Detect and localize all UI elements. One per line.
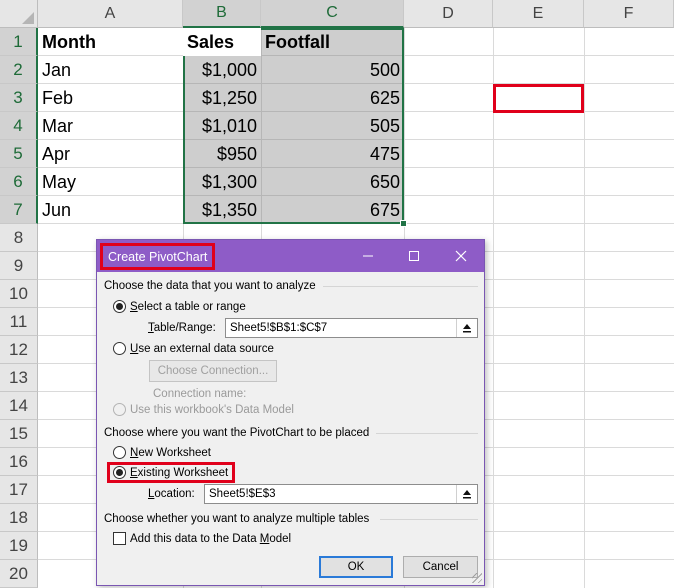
- column-header-f[interactable]: F: [584, 0, 674, 28]
- row-header-19[interactable]: 19: [0, 532, 38, 560]
- row-header-20[interactable]: 20: [0, 560, 38, 588]
- add-data-model-label[interactable]: Add this data to the Data Model: [130, 532, 291, 546]
- radio-existing-worksheet-label[interactable]: Existing Worksheet: [130, 466, 228, 480]
- radio-existing-worksheet[interactable]: [113, 466, 126, 479]
- cell-c1[interactable]: Footfall: [261, 28, 404, 56]
- close-icon[interactable]: [438, 240, 484, 272]
- row-header-4[interactable]: 4: [0, 112, 38, 140]
- row-header-2[interactable]: 2: [0, 56, 38, 84]
- dialog-title: Create PivotChart: [100, 243, 216, 270]
- connection-name-label: Connection name:: [153, 388, 247, 400]
- cancel-button[interactable]: Cancel: [403, 556, 478, 578]
- column-header-a[interactable]: A: [38, 0, 183, 28]
- row-header-15[interactable]: 15: [0, 420, 38, 448]
- section-separator: [376, 433, 478, 434]
- cell-c3[interactable]: 625: [261, 84, 404, 112]
- row-header-13[interactable]: 13: [0, 364, 38, 392]
- minimize-icon[interactable]: [345, 240, 391, 272]
- radio-select-table-label[interactable]: Select a table or range: [130, 300, 246, 314]
- cell-a4[interactable]: Mar: [38, 112, 183, 140]
- choose-connection-button[interactable]: Choose Connection...: [149, 360, 277, 382]
- radio-external-source[interactable]: [113, 342, 126, 355]
- cell-e3-highlight[interactable]: [493, 84, 584, 113]
- location-label: Location:: [148, 488, 195, 500]
- location-input[interactable]: Sheet5!$E$3: [204, 484, 478, 504]
- cell-b4[interactable]: $1,010: [183, 112, 261, 140]
- row-header-17[interactable]: 17: [0, 476, 38, 504]
- cell-a2[interactable]: Jan: [38, 56, 183, 84]
- table-range-label: Table/Range:: [148, 322, 216, 334]
- row-header-6[interactable]: 6: [0, 168, 38, 196]
- section-separator: [323, 286, 478, 287]
- cell-b1[interactable]: Sales: [183, 28, 261, 56]
- row-header-1[interactable]: 1: [0, 28, 38, 56]
- cell-a5[interactable]: Apr: [38, 140, 183, 168]
- column-header-b[interactable]: B: [183, 0, 261, 28]
- cell-a1[interactable]: Month: [38, 28, 183, 56]
- select-all-corner[interactable]: [0, 0, 38, 28]
- ok-button[interactable]: OK: [319, 556, 393, 578]
- radio-new-worksheet[interactable]: [113, 446, 126, 459]
- cell-b7[interactable]: $1,350: [183, 196, 261, 224]
- cell-a6[interactable]: May: [38, 168, 183, 196]
- row-header-7[interactable]: 7: [0, 196, 38, 224]
- dialog-titlebar[interactable]: Create PivotChart: [97, 240, 484, 272]
- radio-data-model[interactable]: [113, 403, 126, 416]
- resize-grip-icon[interactable]: [472, 573, 482, 583]
- row-header-9[interactable]: 9: [0, 252, 38, 280]
- section-separator: [380, 519, 478, 520]
- cell-a3[interactable]: Feb: [38, 84, 183, 112]
- row-header-14[interactable]: 14: [0, 392, 38, 420]
- section-placement-label: Choose where you want the PivotChart to …: [104, 427, 370, 439]
- column-header-c[interactable]: C: [261, 0, 404, 28]
- cell-b2[interactable]: $1,000: [183, 56, 261, 84]
- radio-data-model-label[interactable]: Use this workbook's Data Model: [130, 403, 294, 417]
- row-header-3[interactable]: 3: [0, 84, 38, 112]
- row-header-8[interactable]: 8: [0, 224, 38, 252]
- cell-c4[interactable]: 505: [261, 112, 404, 140]
- row-header-11[interactable]: 11: [0, 308, 38, 336]
- radio-external-source-label[interactable]: Use an external data source: [130, 342, 274, 356]
- cell-b3[interactable]: $1,250: [183, 84, 261, 112]
- section-multiple-tables-label: Choose whether you want to analyze multi…: [104, 513, 370, 525]
- cell-c5[interactable]: 475: [261, 140, 404, 168]
- cell-c7[interactable]: 675: [261, 196, 404, 224]
- add-data-model-checkbox[interactable]: [113, 532, 126, 545]
- radio-new-worksheet-label[interactable]: New Worksheet: [130, 446, 211, 460]
- cell-c2[interactable]: 500: [261, 56, 404, 84]
- row-header-10[interactable]: 10: [0, 280, 38, 308]
- collapse-dialog-icon[interactable]: [456, 485, 476, 503]
- collapse-dialog-icon[interactable]: [456, 319, 476, 337]
- row-header-12[interactable]: 12: [0, 336, 38, 364]
- create-pivotchart-dialog: Create PivotChart Choose the data that y…: [96, 239, 485, 586]
- gridline: [584, 28, 585, 588]
- table-range-value: Sheet5!$B$1:$C$7: [230, 322, 328, 334]
- row-header-16[interactable]: 16: [0, 448, 38, 476]
- row-header-5[interactable]: 5: [0, 140, 38, 168]
- column-header-e[interactable]: E: [493, 0, 584, 28]
- section-data-label: Choose the data that you want to analyze: [104, 280, 316, 292]
- table-range-input[interactable]: Sheet5!$B$1:$C$7: [225, 318, 478, 338]
- cell-a7[interactable]: Jun: [38, 196, 183, 224]
- cell-c6[interactable]: 650: [261, 168, 404, 196]
- cell-b5[interactable]: $950: [183, 140, 261, 168]
- row-header-18[interactable]: 18: [0, 504, 38, 532]
- radio-select-table[interactable]: [113, 300, 126, 313]
- cell-b6[interactable]: $1,300: [183, 168, 261, 196]
- location-value: Sheet5!$E$3: [209, 488, 276, 500]
- maximize-icon[interactable]: [391, 240, 437, 272]
- column-header-d[interactable]: D: [404, 0, 493, 28]
